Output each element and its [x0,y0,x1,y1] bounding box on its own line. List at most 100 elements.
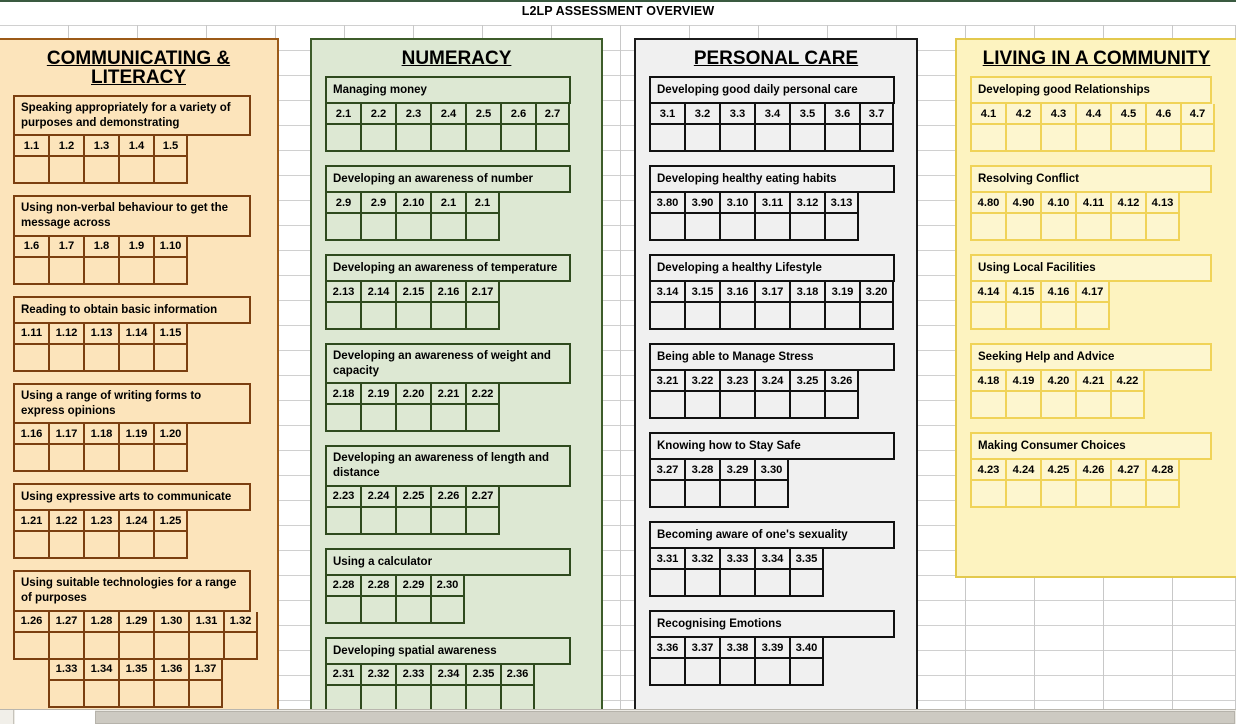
outcome-code[interactable]: 2.22 [465,384,500,406]
outcome-code[interactable]: 3.38 [719,638,754,659]
outcome-code[interactable]: 1.3 [83,136,118,158]
outcome-entry-cell[interactable] [153,632,188,660]
outcome-code[interactable]: 2.16 [430,282,465,303]
outcome-code[interactable]: 4.80 [970,193,1005,214]
outcome-entry-cell[interactable] [1110,214,1145,241]
outcome-code[interactable]: 3.31 [649,549,684,570]
outcome-code[interactable]: 3.17 [754,282,789,303]
outcome-code[interactable]: 4.24 [1005,460,1040,481]
outcome-entry-cell[interactable] [430,405,465,433]
outcome-code[interactable]: 1.16 [13,424,48,446]
outcome-code[interactable]: 2.1 [325,104,360,125]
outcome-code[interactable]: 2.31 [325,664,360,686]
outcome-code[interactable]: 1.19 [118,424,153,446]
outcome-entry-cell[interactable] [754,303,789,330]
outcome-code[interactable]: 1.13 [83,323,118,345]
outcome-entry-cell[interactable] [754,392,789,419]
outcome-entry-cell[interactable] [1005,125,1040,152]
outcome-entry-cell[interactable] [13,344,48,372]
outcome-code[interactable]: 2.9 [325,193,360,214]
outcome-entry-cell[interactable] [465,125,500,152]
outcome-code[interactable]: 1.29 [118,611,153,633]
outcome-entry-cell[interactable] [48,532,83,560]
outcome-entry-cell[interactable] [13,157,48,185]
outcome-code[interactable]: 3.13 [824,193,859,214]
outcome-code[interactable]: 1.18 [83,424,118,446]
outcome-entry-cell[interactable] [118,257,153,285]
outcome-entry-cell[interactable] [789,392,824,419]
outcome-entry-cell[interactable] [153,257,188,285]
outcome-code[interactable]: 2.27 [465,486,500,508]
outcome-entry-cell[interactable] [395,405,430,433]
outcome-code[interactable]: 1.11 [13,323,48,345]
outcome-entry-cell[interactable] [1040,214,1075,241]
outcome-code[interactable]: 1.36 [153,659,188,681]
outcome-code[interactable]: 3.80 [649,193,684,214]
outcome-code[interactable]: 2.25 [395,486,430,508]
outcome-entry-cell[interactable] [465,303,500,330]
outcome-code[interactable]: 4.10 [1040,193,1075,214]
outcome-entry-cell[interactable] [684,481,719,508]
outcome-code[interactable]: 4.21 [1075,371,1110,392]
outcome-code[interactable]: 3.6 [824,104,859,125]
outcome-entry-cell[interactable] [649,659,684,686]
outcome-entry-cell[interactable] [970,392,1005,419]
outcome-code[interactable]: 3.23 [719,371,754,392]
outcome-entry-cell[interactable] [1075,303,1110,330]
outcome-code[interactable]: 4.26 [1075,460,1110,481]
outcome-entry-cell[interactable] [684,392,719,419]
outcome-code[interactable]: 2.9 [360,193,395,214]
outcome-code[interactable]: 1.25 [153,511,188,533]
outcome-entry-cell[interactable] [13,632,48,660]
outcome-entry-cell[interactable] [684,659,719,686]
outcome-entry-cell[interactable] [325,214,360,241]
outcome-entry-cell[interactable] [188,680,223,708]
outcome-code[interactable]: 3.10 [719,193,754,214]
outcome-entry-cell[interactable] [83,532,118,560]
outcome-entry-cell[interactable] [360,596,395,624]
outcome-entry-cell[interactable] [153,344,188,372]
outcome-entry-cell[interactable] [754,214,789,241]
outcome-entry-cell[interactable] [824,392,859,419]
outcome-code[interactable]: 1.20 [153,424,188,446]
outcome-entry-cell[interactable] [1075,125,1110,152]
outcome-code[interactable]: 1.8 [83,236,118,258]
outcome-entry-cell[interactable] [824,125,859,152]
outcome-code[interactable]: 3.18 [789,282,824,303]
outcome-code[interactable]: 2.6 [500,104,535,125]
outcome-code[interactable]: 1.6 [13,236,48,258]
outcome-code[interactable]: 2.13 [325,282,360,303]
outcome-entry-cell[interactable] [325,507,360,535]
outcome-entry-cell[interactable] [719,392,754,419]
outcome-entry-cell[interactable] [83,445,118,473]
outcome-code[interactable]: 1.17 [48,424,83,446]
outcome-entry-cell[interactable] [325,125,360,152]
outcome-code[interactable]: 3.7 [859,104,894,125]
outcome-entry-cell[interactable] [83,680,118,708]
outcome-code[interactable]: 2.18 [325,384,360,406]
outcome-entry-cell[interactable] [1110,481,1145,508]
outcome-code[interactable]: 2.15 [395,282,430,303]
outcome-entry-cell[interactable] [1040,303,1075,330]
outcome-code[interactable]: 3.24 [754,371,789,392]
outcome-entry-cell[interactable] [360,405,395,433]
outcome-entry-cell[interactable] [118,157,153,185]
outcome-code[interactable]: 4.5 [1110,104,1145,125]
outcome-code[interactable]: 1.14 [118,323,153,345]
outcome-code[interactable]: 1.7 [48,236,83,258]
outcome-entry-cell[interactable] [1145,214,1180,241]
scrollbar-thumb[interactable] [95,711,1235,724]
outcome-code[interactable]: 1.32 [223,611,258,633]
outcome-code[interactable]: 1.2 [48,136,83,158]
outcome-entry-cell[interactable] [83,632,118,660]
outcome-code[interactable]: 1.26 [13,611,48,633]
outcome-code[interactable]: 4.23 [970,460,1005,481]
outcome-entry-cell[interactable] [754,570,789,597]
outcome-entry-cell[interactable] [325,303,360,330]
outcome-code[interactable]: 3.35 [789,549,824,570]
outcome-code[interactable]: 3.26 [824,371,859,392]
outcome-code[interactable]: 3.27 [649,460,684,481]
outcome-code[interactable]: 4.25 [1040,460,1075,481]
outcome-entry-cell[interactable] [1075,214,1110,241]
outcome-entry-cell[interactable] [118,532,153,560]
